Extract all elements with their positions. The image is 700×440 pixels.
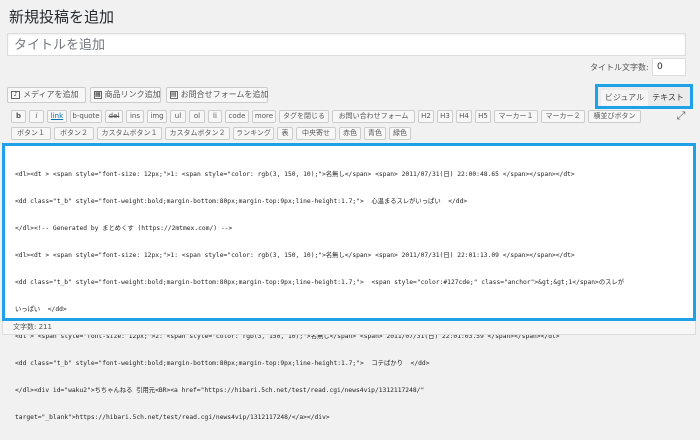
qt-more-button[interactable]: more bbox=[252, 110, 276, 123]
product-link-icon: ▦ bbox=[94, 91, 102, 99]
qt-close-tags-button[interactable]: タグを閉じる bbox=[279, 110, 329, 123]
add-media-label: メディアを追加 bbox=[23, 90, 79, 99]
title-char-count-field[interactable]: 0 bbox=[652, 58, 686, 76]
fullscreen-icon[interactable]: ⤢ bbox=[675, 110, 687, 122]
code-line: </dl><div id="waku2">ちちゃんねる 引用元<BR><a hr… bbox=[15, 387, 425, 394]
qt-horizontal-button[interactable]: 横並びボタン bbox=[588, 110, 641, 123]
title-char-count-label: タイトル文字数: bbox=[590, 63, 649, 72]
qt-img-button[interactable]: img bbox=[147, 110, 167, 123]
content-editor[interactable]: <dl><dt > <span style="font-size: 12px;"… bbox=[2, 143, 696, 421]
qt-custom-button1[interactable]: カスタムボタン１ bbox=[97, 127, 162, 140]
post-title-input[interactable]: タイトルを追加 bbox=[7, 33, 686, 56]
qt-bquote-button[interactable]: b-quote bbox=[70, 110, 102, 123]
editor-mode-tabs: ビジュアル テキスト bbox=[595, 84, 693, 109]
qt-code-button[interactable]: code bbox=[225, 110, 249, 123]
code-line: </dl><!-- Generated by まとめくす (https://2m… bbox=[15, 225, 233, 232]
qt-red-button[interactable]: 赤色 bbox=[339, 127, 361, 140]
qt-ul-button[interactable]: ul bbox=[170, 110, 186, 123]
qt-li-button[interactable]: li bbox=[208, 110, 222, 123]
code-line: <dl><dt > <span style="font-size: 12px;"… bbox=[15, 252, 575, 259]
qt-table-button[interactable]: 表 bbox=[277, 127, 293, 140]
tab-text[interactable]: テキスト bbox=[648, 90, 688, 106]
media-icon: ♪ bbox=[11, 91, 20, 99]
qt-h2-button[interactable]: H2 bbox=[418, 110, 434, 123]
qt-del-button[interactable]: del bbox=[105, 110, 123, 123]
qt-marker1-button[interactable]: マーカー１ bbox=[494, 110, 538, 123]
qt-blue-button[interactable]: 青色 bbox=[364, 127, 386, 140]
form-icon: ▤ bbox=[170, 91, 178, 99]
qt-bold-button[interactable]: b bbox=[11, 110, 26, 123]
code-line: <dd class="t_b" style="font-weight:bold;… bbox=[15, 279, 625, 286]
code-line: <dd class="t_b" style="font-weight:bold;… bbox=[15, 360, 430, 367]
qt-button2[interactable]: ボタン２ bbox=[54, 127, 94, 140]
add-product-link-label: 商品リンク追加 bbox=[104, 90, 161, 99]
code-line: <dd class="t_b" style="font-weight:bold;… bbox=[15, 198, 468, 205]
code-line: <dl><dt > <span style="font-size: 12px;"… bbox=[15, 171, 575, 178]
tab-visual[interactable]: ビジュアル bbox=[601, 90, 648, 106]
code-line: target="_blank">https://hibari.5ch.net/t… bbox=[15, 414, 330, 421]
add-product-link-button[interactable]: ▦ 商品リンク追加 bbox=[90, 87, 161, 103]
qt-contact-form-button[interactable]: お問い合わせフォーム bbox=[332, 110, 415, 123]
add-contact-form-label: お問合せフォームを追加 bbox=[180, 90, 269, 99]
qt-green-button[interactable]: 緑色 bbox=[389, 127, 411, 140]
qt-h4-button[interactable]: H4 bbox=[456, 110, 472, 123]
qt-center-button[interactable]: 中央寄せ bbox=[296, 127, 336, 140]
qt-ol-button[interactable]: ol bbox=[189, 110, 205, 123]
word-count: 文字数: 211 bbox=[2, 321, 696, 335]
qt-link-button[interactable]: link bbox=[47, 110, 67, 123]
code-line: いっぱい </dd> bbox=[15, 306, 67, 313]
editor-code: <dl><dt > <span style="font-size: 12px;"… bbox=[15, 152, 687, 440]
qt-h5-button[interactable]: H5 bbox=[475, 110, 491, 123]
qt-ins-button[interactable]: ins bbox=[126, 110, 144, 123]
add-media-button[interactable]: ♪ メディアを追加 bbox=[7, 87, 86, 103]
qt-marker2-button[interactable]: マーカー２ bbox=[541, 110, 585, 123]
qt-ranking-button[interactable]: ランキング bbox=[233, 127, 274, 140]
qt-italic-button[interactable]: i bbox=[29, 110, 44, 123]
qt-custom-button2[interactable]: カスタムボタン２ bbox=[165, 127, 230, 140]
qt-button1[interactable]: ボタン１ bbox=[11, 127, 51, 140]
add-contact-form-button[interactable]: ▤ お問合せフォームを追加 bbox=[166, 87, 268, 103]
qt-h3-button[interactable]: H3 bbox=[437, 110, 453, 123]
page-title: 新規投稿を追加 bbox=[9, 8, 115, 26]
